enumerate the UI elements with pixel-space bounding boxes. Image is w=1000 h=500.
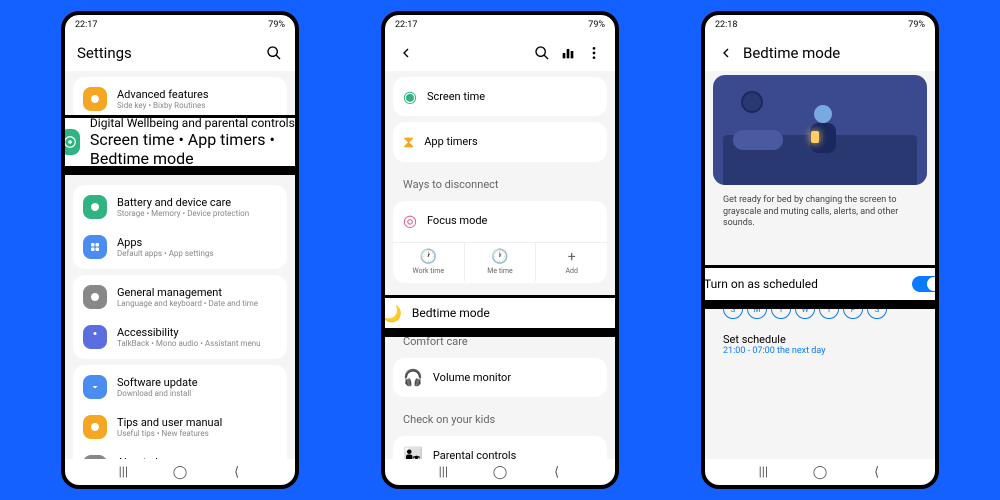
item-general[interactable]: General managementLanguage and keyboard … <box>73 277 287 317</box>
plus-icon: + <box>536 249 607 265</box>
nav-bar: ||| ◯ ⟨ <box>65 459 295 485</box>
highlight-digital-wellbeing[interactable]: Digital Wellbeing and parental controlsS… <box>61 115 299 169</box>
more-icon[interactable] <box>585 44 603 62</box>
target-icon: ◎ <box>403 211 417 230</box>
nav-recent[interactable]: ||| <box>755 464 771 480</box>
wellbeing-list: ◉Screen time ⧗App timers Ways to disconn… <box>385 71 615 459</box>
headphones-icon: 🎧 <box>403 368 423 387</box>
status-right: 79% <box>268 20 285 30</box>
phone-settings: 22:17 79% Settings Advanced featuresSide… <box>61 11 299 489</box>
nav-recent[interactable]: ||| <box>435 464 451 480</box>
tab-me-time[interactable]: 🕐Me time <box>465 243 537 281</box>
hourglass-icon: ⧗ <box>403 132 414 152</box>
search-icon[interactable] <box>265 44 283 62</box>
back-icon[interactable] <box>397 44 415 62</box>
header <box>385 35 615 71</box>
item-set-schedule[interactable]: Set schedule 21:00 - 07:00 the next day <box>713 327 927 362</box>
item-battery[interactable]: Battery and device careStorage • Memory … <box>73 187 287 227</box>
item-software[interactable]: Software updateDownload and install <box>73 367 287 407</box>
phone-bedtime: 22:18 79% Bedtime mode Get ready for bed… <box>701 11 939 489</box>
item-app-timers[interactable]: ⧗App timers <box>393 124 607 160</box>
nav-bar: ||| ◯ ⟨ <box>705 459 935 485</box>
item-advanced-features[interactable]: Advanced featuresSide key • Bixby Routin… <box>73 79 287 119</box>
status-right: 79% <box>908 20 925 30</box>
nav-home[interactable]: ◯ <box>492 464 508 480</box>
status-time: 22:17 <box>75 20 97 30</box>
search-icon[interactable] <box>533 44 551 62</box>
header: Settings <box>65 35 295 71</box>
bedtime-description: Get ready for bed by changing the screen… <box>713 189 927 236</box>
moon-icon: 🌙 <box>382 304 402 323</box>
clock-person-icon: 🕐 <box>465 249 536 265</box>
back-icon[interactable] <box>717 44 735 62</box>
item-screen-time[interactable]: ◉Screen time <box>393 79 607 114</box>
nav-home[interactable]: ◯ <box>812 464 828 480</box>
item-about[interactable]: About phoneStatus • Legal information • … <box>73 447 287 459</box>
tab-work-time[interactable]: 🕐Work time <box>393 243 465 281</box>
bedtime-illustration <box>713 75 927 185</box>
page-title: Bedtime mode <box>743 44 923 62</box>
nav-bar: ||| ◯ ⟨ <box>385 459 615 485</box>
clock-icon: ◉ <box>403 87 417 106</box>
highlight-turn-on-scheduled[interactable]: Turn on as scheduled <box>701 265 939 303</box>
phone-wellbeing: 22:17 79% ◉Screen time ⧗App timers Ways … <box>381 11 619 489</box>
status-time: 22:17 <box>395 20 417 30</box>
item-accessibility[interactable]: AccessibilityTalkBack • Mono audio • Ass… <box>73 317 287 357</box>
chart-icon[interactable] <box>559 44 577 62</box>
page-title: Settings <box>77 44 257 62</box>
item-focus-mode[interactable]: ◎Focus mode <box>393 203 607 238</box>
status-bar: 22:17 79% <box>65 15 295 35</box>
item-apps[interactable]: AppsDefault apps • App settings <box>73 227 287 267</box>
highlight-bedtime-mode[interactable]: 🌙 Bedtime mode <box>381 295 619 331</box>
status-bar: 22:17 79% <box>385 15 615 35</box>
clock-lock-icon: 🕐 <box>393 249 464 265</box>
focus-tabs: 🕐Work time 🕐Me time +Add <box>393 242 607 281</box>
section-kids: Check on your kids <box>393 403 607 430</box>
nav-recent[interactable]: ||| <box>115 464 131 480</box>
nav-home[interactable]: ◯ <box>172 464 188 480</box>
nav-back[interactable]: ⟨ <box>549 464 565 480</box>
header: Bedtime mode <box>705 35 935 71</box>
section-disconnect: Ways to disconnect <box>393 168 607 195</box>
status-right: 79% <box>588 20 605 30</box>
toggle-switch[interactable] <box>912 276 939 292</box>
status-time: 22:18 <box>715 20 737 30</box>
item-volume-monitor[interactable]: 🎧Volume monitor <box>393 360 607 395</box>
nav-back[interactable]: ⟨ <box>229 464 245 480</box>
family-icon: 👨‍👧 <box>403 446 423 459</box>
item-tips[interactable]: Tips and user manualUseful tips • New fe… <box>73 407 287 447</box>
item-parental-controls[interactable]: 👨‍👧Parental controls <box>393 438 607 459</box>
tab-add[interactable]: +Add <box>536 243 607 281</box>
nav-back[interactable]: ⟨ <box>869 464 885 480</box>
status-bar: 22:18 79% <box>705 15 935 35</box>
